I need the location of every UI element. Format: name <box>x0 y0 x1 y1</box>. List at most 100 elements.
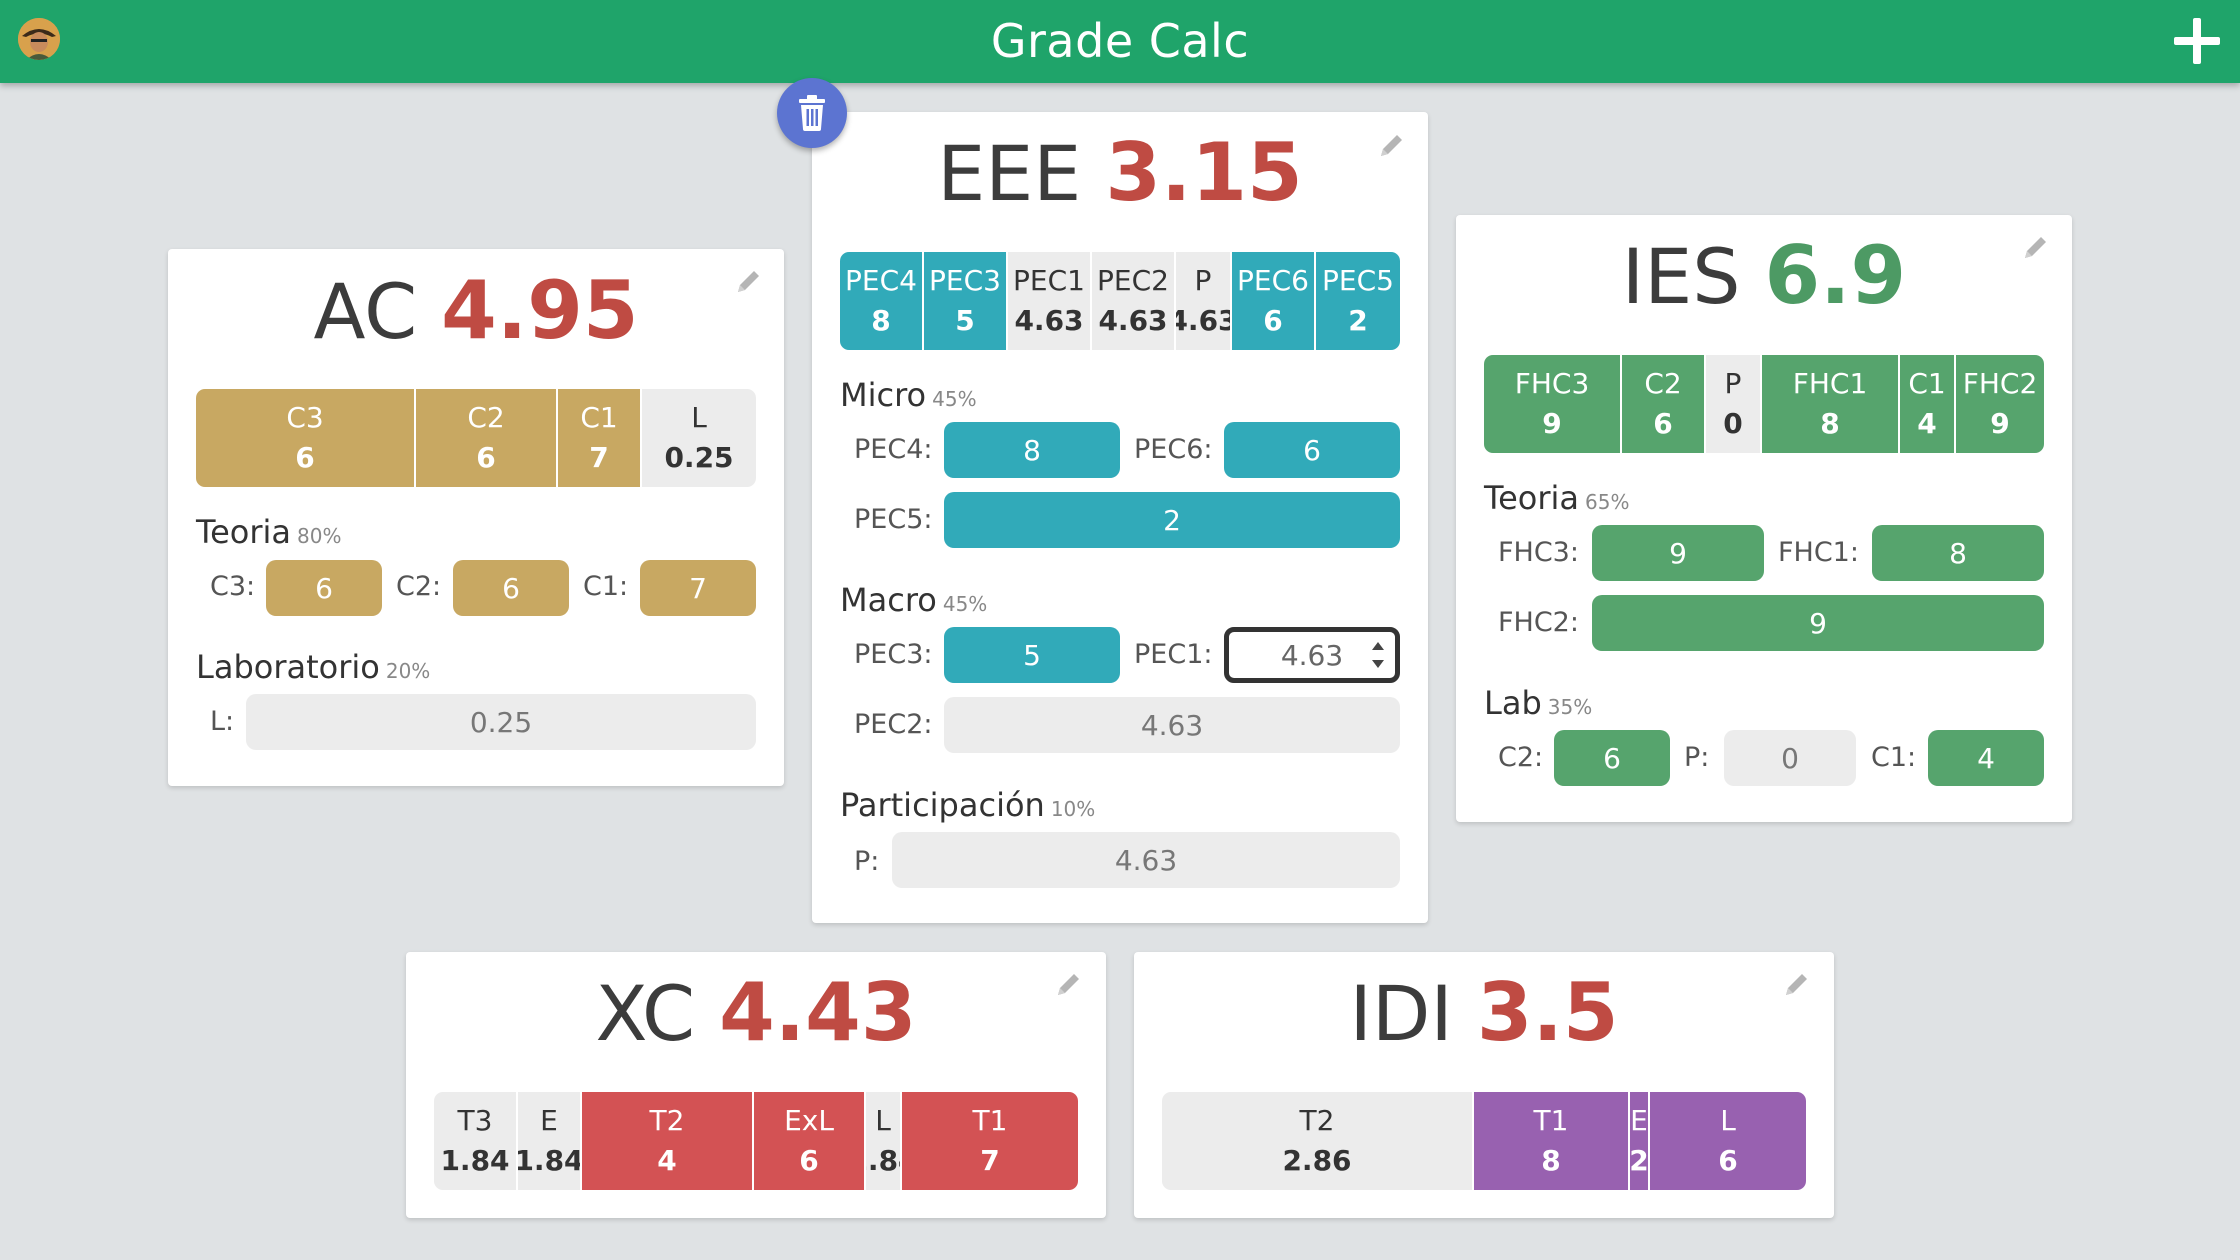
grade-input-l[interactable]: 0.25 <box>246 694 756 750</box>
field-label: PEC6: <box>1134 434 1213 465</box>
summary-cell: FHC2 9 <box>1956 355 2044 453</box>
field-label: C1: <box>583 571 629 602</box>
field-label: P: <box>1684 742 1710 773</box>
section-title: Laboratorio 20% <box>196 648 431 686</box>
summary-cell: FHC3 9 <box>1484 355 1622 453</box>
grade-input-pec4[interactable]: 8 <box>944 422 1120 478</box>
grade-summary-bar: T2 2.86 T1 8 E2 L6 <box>1162 1092 1806 1190</box>
summary-cell: FHC1 8 <box>1762 355 1900 453</box>
grade-summary-bar: FHC3 9 C2 6 P0 FHC1 8 C1 4 FHC2 9 <box>1484 355 2044 453</box>
grade-input-fhc1[interactable]: 8 <box>1872 525 2044 581</box>
field-label: PEC1: <box>1134 639 1213 670</box>
field-label: PEC3: <box>854 639 933 670</box>
grade-input-p[interactable]: 0 <box>1724 730 1856 786</box>
summary-cell: T2 2.86 <box>1162 1092 1474 1190</box>
grade-input-fhc2[interactable]: 9 <box>1592 595 2044 651</box>
summary-cell: L 0.25 <box>642 389 756 487</box>
field-label: C1: <box>1871 742 1917 773</box>
section-title: Teoria 65% <box>1484 479 1630 517</box>
summary-cell: PEC6 6 <box>1232 252 1316 350</box>
field-label: L: <box>210 706 235 737</box>
field-label: PEC5: <box>854 504 933 535</box>
field-label: PEC2: <box>854 709 933 740</box>
plus-icon[interactable] <box>2174 18 2220 64</box>
field-label: C3: <box>210 571 256 602</box>
grade-input-c2[interactable]: 6 <box>453 560 569 616</box>
grade-input-c1[interactable]: 7 <box>640 560 756 616</box>
field-label: PEC4: <box>854 434 933 465</box>
final-grade: 3.15 <box>1105 126 1303 219</box>
summary-cell: PEC5 2 <box>1316 252 1400 350</box>
section-title: Teoria 80% <box>196 513 342 551</box>
grade-summary-bar: C3 6 C2 6 C1 7 L 0.25 <box>196 389 756 487</box>
delete-button[interactable] <box>777 78 847 148</box>
summary-cell: PEC2 4.63 <box>1092 252 1176 350</box>
grade-input-c1[interactable]: 4 <box>1928 730 2044 786</box>
field-label: P: <box>854 846 880 877</box>
summary-cell: PEC3 5 <box>924 252 1008 350</box>
top-app-bar: Grade Calc <box>0 0 2240 83</box>
field-label: FHC3: <box>1498 537 1579 568</box>
summary-cell: ExL 6 <box>754 1092 866 1190</box>
final-grade: 4.43 <box>719 966 917 1059</box>
summary-cell: T1 8 <box>1474 1092 1630 1190</box>
card-title: EEE 3.15 <box>812 126 1428 219</box>
card-title: XC 4.43 <box>406 966 1106 1059</box>
final-grade: 3.5 <box>1476 966 1619 1059</box>
summary-cell: C1 4 <box>1900 355 1956 453</box>
subject-card-ies: IES 6.9 FHC3 9 C2 6 P0 FHC1 8 C1 4 FHC2 9 Teor… <box>1456 215 2072 822</box>
grade-input-pec1[interactable]: 4.63 <box>1224 627 1400 683</box>
subject-card-xc: XC 4.43 T31.84 E1.84 T24 ExL6 L1.84 T17 <box>406 952 1106 1218</box>
subject-name: AC <box>313 267 418 356</box>
summary-cell: C2 6 <box>1622 355 1706 453</box>
summary-cell: PEC4 8 <box>840 252 924 350</box>
final-grade: 6.9 <box>1764 229 1907 322</box>
subject-card-ac: AC 4.95 C3 6 C2 6 C1 7 L 0.25 Teoria 80% C3: 6… <box>168 249 784 786</box>
summary-cell: T3 1.84 <box>434 1092 518 1190</box>
summary-cell: PEC1 4.63 <box>1008 252 1092 350</box>
subject-name: IES <box>1621 232 1741 321</box>
section-title: Micro 45% <box>840 376 977 414</box>
subject-name: IDI <box>1349 969 1453 1058</box>
grade-input-c2[interactable]: 6 <box>1554 730 1670 786</box>
summary-cell: P0 <box>1706 355 1762 453</box>
grade-input-pec6[interactable]: 6 <box>1224 422 1400 478</box>
app-title: Grade Calc <box>990 14 1250 68</box>
grade-input-pec3[interactable]: 5 <box>944 627 1120 683</box>
input-value: 4.63 <box>1280 638 1344 672</box>
grade-input-fhc3[interactable]: 9 <box>1592 525 1764 581</box>
card-title: IDI 3.5 <box>1134 966 1834 1059</box>
summary-cell: C2 6 <box>416 389 558 487</box>
section-title: Participación 10% <box>840 786 1096 824</box>
summary-cell: E2 <box>1630 1092 1650 1190</box>
summary-cell: T2 4 <box>582 1092 754 1190</box>
summary-cell: T1 7 <box>902 1092 1078 1190</box>
trash-icon <box>799 95 825 131</box>
section-title: Macro 45% <box>840 581 988 619</box>
card-title: AC 4.95 <box>168 264 784 357</box>
grade-input-pec2[interactable]: 4.63 <box>944 697 1400 753</box>
subject-name: EEE <box>937 129 1082 218</box>
card-title: IES 6.9 <box>1456 229 2072 322</box>
field-label: C2: <box>396 571 442 602</box>
summary-cell: L1.84 <box>866 1092 902 1190</box>
summary-cell: P4.63 <box>1176 252 1232 350</box>
field-label: FHC1: <box>1778 537 1859 568</box>
grade-summary-bar: PEC48 PEC35 PEC14.63 PEC24.63 P4.63 PEC6… <box>840 252 1400 350</box>
grade-input-c3[interactable]: 6 <box>266 560 382 616</box>
field-label: FHC2: <box>1498 607 1579 638</box>
grade-input-p[interactable]: 4.63 <box>892 832 1400 888</box>
spinner-arrows-icon[interactable] <box>1371 642 1385 668</box>
field-label: C2: <box>1498 742 1544 773</box>
final-grade: 4.95 <box>441 264 639 357</box>
grade-summary-bar: T31.84 E1.84 T24 ExL6 L1.84 T17 <box>434 1092 1078 1190</box>
grade-input-pec5[interactable]: 2 <box>944 492 1400 548</box>
section-title: Lab 35% <box>1484 684 1593 722</box>
subject-card-eee: EEE 3.15 PEC48 PEC35 PEC14.63 PEC24.63 P4… <box>812 112 1428 923</box>
summary-cell: L6 <box>1650 1092 1806 1190</box>
summary-cell: E 1.84 <box>518 1092 582 1190</box>
subject-name: XC <box>595 969 696 1058</box>
subject-card-idi: IDI 3.5 T2 2.86 T1 8 E2 L6 <box>1134 952 1834 1218</box>
summary-cell: C1 7 <box>558 389 642 487</box>
summary-cell: C3 6 <box>196 389 416 487</box>
